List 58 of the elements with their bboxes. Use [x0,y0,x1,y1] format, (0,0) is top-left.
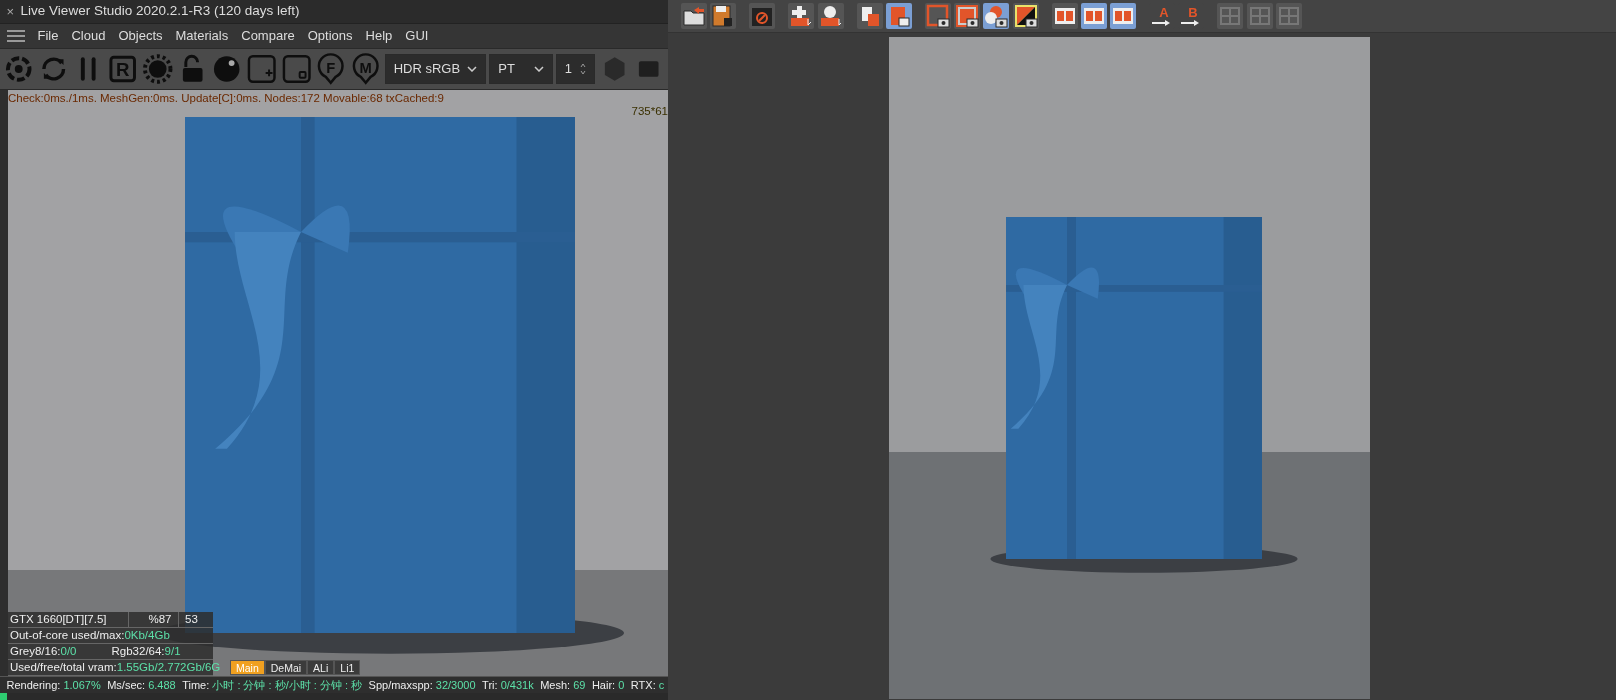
chevron-down-icon [533,66,544,72]
status-label: Spp/maxspp: [368,679,434,691]
user-download-icon[interactable] [817,3,844,29]
status-label: Time: [182,679,211,691]
folder-icon[interactable] [681,3,707,29]
close-button[interactable]: × [6,1,15,22]
chevron-down-icon [467,66,478,72]
status-value: 32/3000 [435,679,476,691]
contrast-eye-icon[interactable] [1012,3,1039,29]
menu-item[interactable]: Compare [241,26,295,46]
stat-label: Out-of-core used/max: [10,629,125,641]
document-icon[interactable] [885,3,912,29]
stat-value: 1.55Gb/2.772Gb/6G [116,661,221,673]
status-value: 0 [618,679,625,691]
pass-tab[interactable]: Li1 [334,660,361,675]
status-label: Ms/sec: [107,679,147,691]
status-value: 69 [573,679,586,691]
status-label: Hair: [591,679,617,691]
pass-tab[interactable]: DeMai [264,660,308,675]
stat-value: 9/1 [164,645,181,657]
menu-icon[interactable] [6,29,25,43]
stat-label: 53 [185,613,198,625]
render-timings: Check:0ms./1ms. MeshGen:0ms. Update[C]:0ms. Nodes:172 Movable:68 txCached:9 [8,91,444,106]
window-title: Live Viewer Studio 2020.2.1-R3 (120 days left) [20,2,300,21]
resolution-label: 735*61 [631,104,668,119]
clapperboard-icon[interactable] [749,3,776,29]
circles-eye-icon[interactable] [983,3,1010,29]
menu-item[interactable]: Options [307,26,353,46]
stat-label: Used/free/total vram: [10,661,117,673]
status-label: Tri: [482,679,499,691]
status-value: 6.488 [148,679,176,691]
status-value: 1.067% [63,679,101,691]
status-label: Mesh: [540,679,572,691]
stat-label: Rgb32/64: [111,645,165,657]
status-value: c [658,679,665,691]
menu-item[interactable]: Objects [118,26,163,46]
kernel-dropdown[interactable]: PT [489,54,553,84]
status-value: 小时 : 分钟 : 秒/小时 : 分钟 : 秒 [212,679,363,691]
status-label: RTX: [630,679,657,691]
frame-eye-icon[interactable] [954,3,980,29]
stat-label: GTX 1660[DT][7.5] [10,613,107,625]
stat-label: Grey8/16: [10,645,61,657]
color-space-dropdown[interactable]: HDR sRGB [384,54,487,84]
number-spinner[interactable]: 1 [555,54,596,84]
menu-item[interactable]: Materials [175,26,229,46]
pass-tab[interactable]: ALi [307,660,335,675]
floppy-icon[interactable] [710,3,737,29]
frame-eye-icon[interactable] [924,3,951,29]
stat-value: 0/0 [60,645,77,657]
spinner-arrows-icon [580,63,587,75]
menu-item[interactable]: File [37,26,59,46]
menu-item[interactable]: Help [365,26,393,46]
stat-value: 0Kb/4Gb [124,629,170,641]
menu-item[interactable]: GUI [405,26,429,46]
stat-label: %87 [148,613,172,625]
status-label: Rendering: [6,679,62,691]
status-value: 0/431k [500,679,534,691]
menu-item[interactable]: Cloud [71,26,106,46]
